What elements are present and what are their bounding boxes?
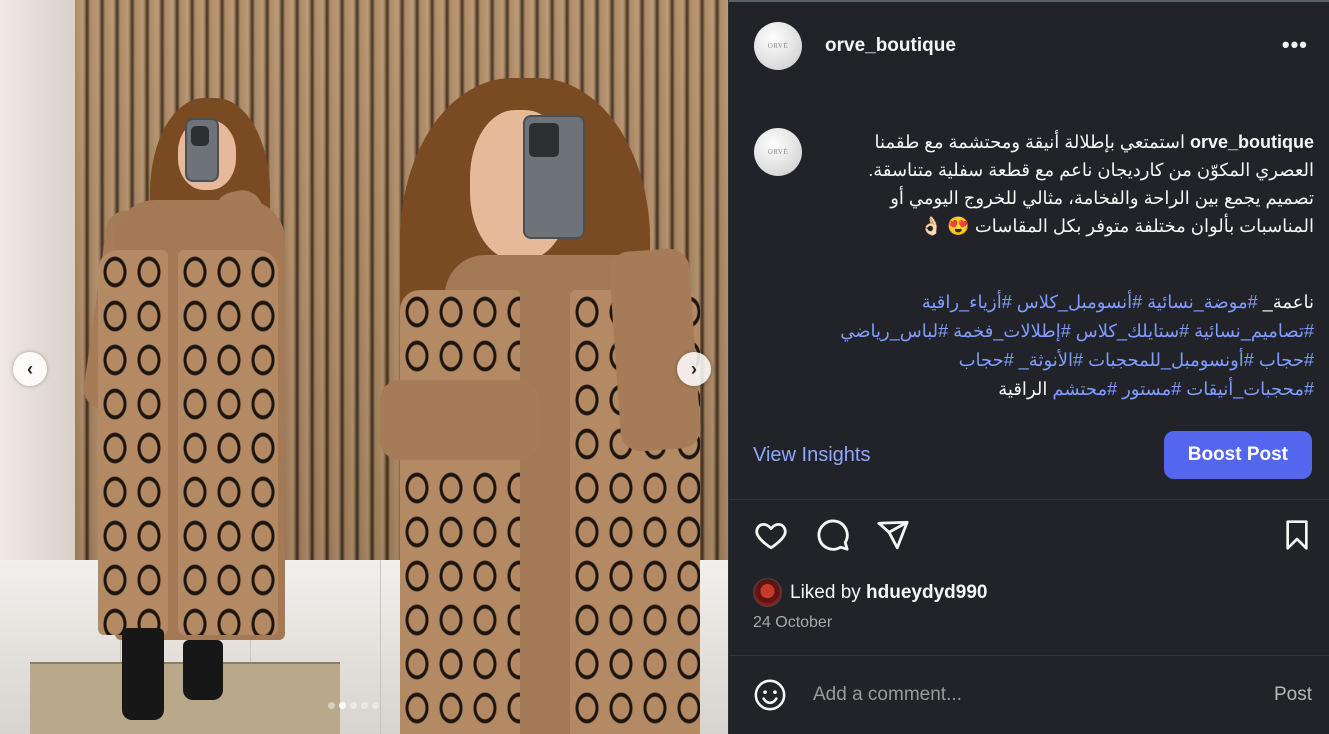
comment-bar: Post <box>729 656 1329 734</box>
hashtag-link[interactable]: #محتشم <box>1047 379 1117 399</box>
liker-username[interactable]: hdueydyd990 <box>866 582 987 603</box>
owner-actions: View Insights Boost Post <box>729 410 1329 500</box>
post-header: ORVĖ orve_boutique ••• <box>729 2 1329 90</box>
post-details-panel: ORVĖ orve_boutique ••• ORVĖ orve_boutiqu… <box>728 0 1329 734</box>
carousel-dot <box>339 702 346 709</box>
caption-hashtags: ناعمة_ #موضة_نسائية #أنسومبل_كلاس #أزياء… <box>829 288 1314 410</box>
caption-username[interactable]: orve_boutique <box>1190 132 1314 152</box>
author-avatar[interactable]: ORVĖ <box>754 22 802 70</box>
hashtag-link[interactable]: #تصاميم_نسائية <box>1189 321 1314 341</box>
caption-area: ORVĖ orve_boutique استمتعي بإطلالة أنيقة… <box>729 90 1329 410</box>
hashtag-link[interactable]: #لباس_رياضي <box>840 321 948 341</box>
hashtag-link[interactable]: #حجاب <box>959 350 1014 370</box>
hashtag-link[interactable]: #أزياء_راقية <box>922 292 1012 312</box>
caption-word: ناعمة_ <box>1257 292 1314 312</box>
hashtag-link[interactable]: #حجاب <box>1254 350 1314 370</box>
boost-post-button[interactable]: Boost Post <box>1163 431 1312 479</box>
white-wall <box>0 0 75 570</box>
carousel-dot <box>350 702 357 709</box>
emoji-icon[interactable] <box>753 678 787 712</box>
caption-text: orve_boutique استمتعي بإطلالة أنيقة ومحت… <box>829 128 1314 240</box>
hashtag-link[interactable]: #مستور <box>1117 379 1181 399</box>
post-media[interactable]: ‹ › <box>0 0 728 734</box>
hashtag-link[interactable]: #موضة_نسائية <box>1142 292 1258 312</box>
caption-avatar[interactable]: ORVĖ <box>754 128 802 176</box>
liker-avatar[interactable] <box>753 578 782 607</box>
engagement-icons <box>753 518 1313 554</box>
view-insights-link[interactable]: View Insights <box>753 444 870 467</box>
more-horizontal-icon: ••• <box>1281 32 1308 57</box>
hashtag-link[interactable]: #إطلالات_فخمة <box>948 321 1071 341</box>
share-send-icon[interactable] <box>875 518 911 552</box>
save-bookmark-icon[interactable] <box>1281 518 1313 552</box>
post-date[interactable]: 24 October <box>753 614 832 632</box>
hashtag-link[interactable]: #محجبات_أنيقات <box>1181 379 1314 399</box>
carousel-indicator <box>328 702 379 709</box>
author-username[interactable]: orve_boutique <box>825 35 956 57</box>
hashtag-link[interactable]: #ستايلك_كلاس <box>1071 321 1189 341</box>
carousel-dot <box>372 702 379 709</box>
more-options-button[interactable]: ••• <box>1282 32 1308 58</box>
carousel-dot <box>328 702 335 709</box>
caption-word: الراقية <box>998 379 1048 399</box>
hashtag-link[interactable]: #الأنوثة_ <box>1014 350 1083 370</box>
comment-icon[interactable] <box>815 518 851 552</box>
carousel-dot <box>361 702 368 709</box>
post-comment-button[interactable]: Post <box>1274 684 1312 706</box>
comment-input[interactable] <box>813 684 1253 706</box>
like-heart-icon[interactable] <box>753 518 789 552</box>
hashtag-link[interactable]: #أنسومبل_كلاس <box>1012 292 1142 312</box>
likes-summary: Liked by hdueydyd990 <box>753 578 987 607</box>
divider <box>729 499 1329 500</box>
carousel-next-button[interactable]: › <box>677 352 711 386</box>
hashtag-link[interactable]: #أونسومبل_للمحجبات <box>1083 350 1254 370</box>
carousel-prev-button[interactable]: ‹ <box>13 352 47 386</box>
